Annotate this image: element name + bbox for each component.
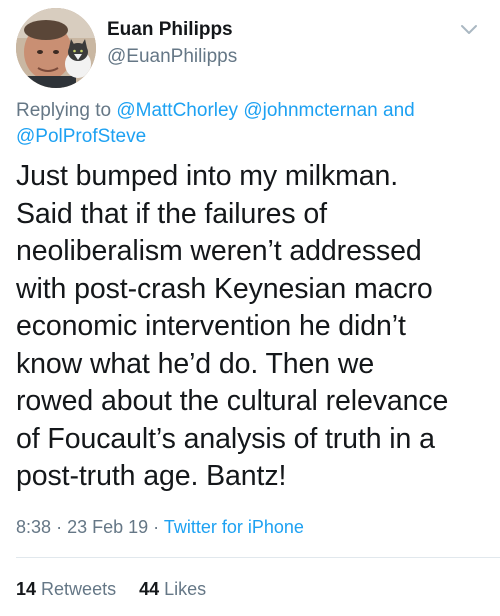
likes-label: Likes <box>164 579 207 599</box>
reply-conjunction: and <box>383 100 415 121</box>
tweet-text-line: Just bumped into my milkman. <box>16 160 399 192</box>
retweets-stat[interactable]: 14 Retweets <box>16 577 116 601</box>
tweet-text-line: of Foucault’s analysis of truth in a <box>16 422 435 455</box>
likes-stat[interactable]: 44 Likes <box>139 577 206 601</box>
reply-prefix: Replying to <box>16 100 112 121</box>
avatar[interactable] <box>16 8 96 88</box>
divider <box>16 557 500 558</box>
retweets-label: Retweets <box>41 579 117 599</box>
tweet-text: Just bumped into my milkman. Said that i… <box>16 158 494 496</box>
mention-johnmcternan[interactable]: @johnmcternan <box>243 100 377 121</box>
tweet-text-line: economic intervention he didn’t <box>16 310 406 342</box>
avatar-image <box>16 8 96 88</box>
author-info[interactable]: Euan Philipps @EuanPhilipps <box>107 18 237 69</box>
tweet-time[interactable]: 8:38 <box>16 517 51 537</box>
tweet-text-line: Said that if the failures of <box>16 197 327 230</box>
mention-polprofsteve[interactable]: @PolProfSteve <box>16 126 146 147</box>
reply-context: Replying to @MattChorley @johnmcternan a… <box>16 98 486 150</box>
tweet-text-line: know what he’d do. Then we <box>16 347 375 380</box>
user-handle[interactable]: @EuanPhilipps <box>107 45 237 69</box>
tweet-date[interactable]: 23 Feb 19 <box>67 517 148 537</box>
likes-count: 44 <box>139 579 160 599</box>
tweet-stats: 14 Retweets 44 Likes <box>16 577 224 601</box>
display-name[interactable]: Euan Philipps <box>107 18 237 42</box>
tweet-text-line: neoliberalism weren’t addressed <box>16 235 422 267</box>
chevron-down-icon[interactable] <box>460 24 478 36</box>
meta-separator: · <box>56 517 63 537</box>
tweet: Euan Philipps @EuanPhilipps Replying to … <box>0 0 500 616</box>
tweet-text-line: rowed about the cultural relevance <box>16 385 449 417</box>
tweet-source[interactable]: Twitter for iPhone <box>164 517 304 537</box>
tweet-meta: 8:38 · 23 Feb 19 · Twitter for iPhone <box>16 515 304 539</box>
tweet-text-line: with post-crash Keynesian macro <box>16 272 433 305</box>
retweets-count: 14 <box>16 579 37 599</box>
tweet-text-line: post-truth age. Bantz! <box>16 460 287 492</box>
meta-separator: · <box>153 517 160 537</box>
mention-mattchorley[interactable]: @MattChorley <box>116 100 238 121</box>
